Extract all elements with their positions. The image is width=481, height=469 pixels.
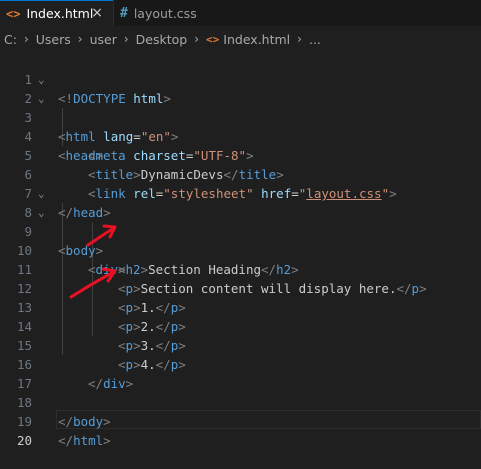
tab-layout-css[interactable]: # layout.css [113, 0, 243, 26]
chevron-right-icon: › [194, 32, 200, 46]
breadcrumb-item[interactable]: Desktop [136, 32, 188, 47]
chevron-right-icon: › [77, 32, 83, 46]
tab-bar: <> Index.html × # layout.css [0, 0, 481, 26]
breadcrumb-item[interactable]: Users [36, 32, 71, 47]
tab-index-html[interactable]: <> Index.html × [0, 0, 113, 26]
breadcrumb-item[interactable]: ... [309, 32, 321, 47]
html-file-icon: <> [206, 32, 220, 46]
red-arrow-icon [86, 224, 117, 247]
close-icon[interactable]: × [91, 5, 103, 21]
html-file-icon: <> [6, 6, 21, 21]
breadcrumb-item[interactable]: C: [4, 32, 17, 47]
annotation-arrows [69, 224, 117, 299]
tab-label: Index.html [26, 6, 94, 21]
code-editor[interactable]: 1 <!DOCTYPE html> 2 ⌄ <html lang="en"> 3… [0, 51, 481, 448]
breadcrumb-item[interactable]: user [90, 32, 117, 47]
chevron-right-icon: › [23, 32, 29, 46]
breadcrumb: C: › Users › user › Desktop › <> Index.h… [0, 27, 481, 51]
css-file-icon: # [120, 5, 128, 21]
red-arrow-icon [69, 267, 117, 299]
chevron-right-icon: › [297, 32, 302, 46]
tab-label: layout.css [133, 5, 197, 21]
breadcrumb-item[interactable]: Index.html [223, 32, 290, 47]
chevron-right-icon: › [123, 32, 129, 46]
